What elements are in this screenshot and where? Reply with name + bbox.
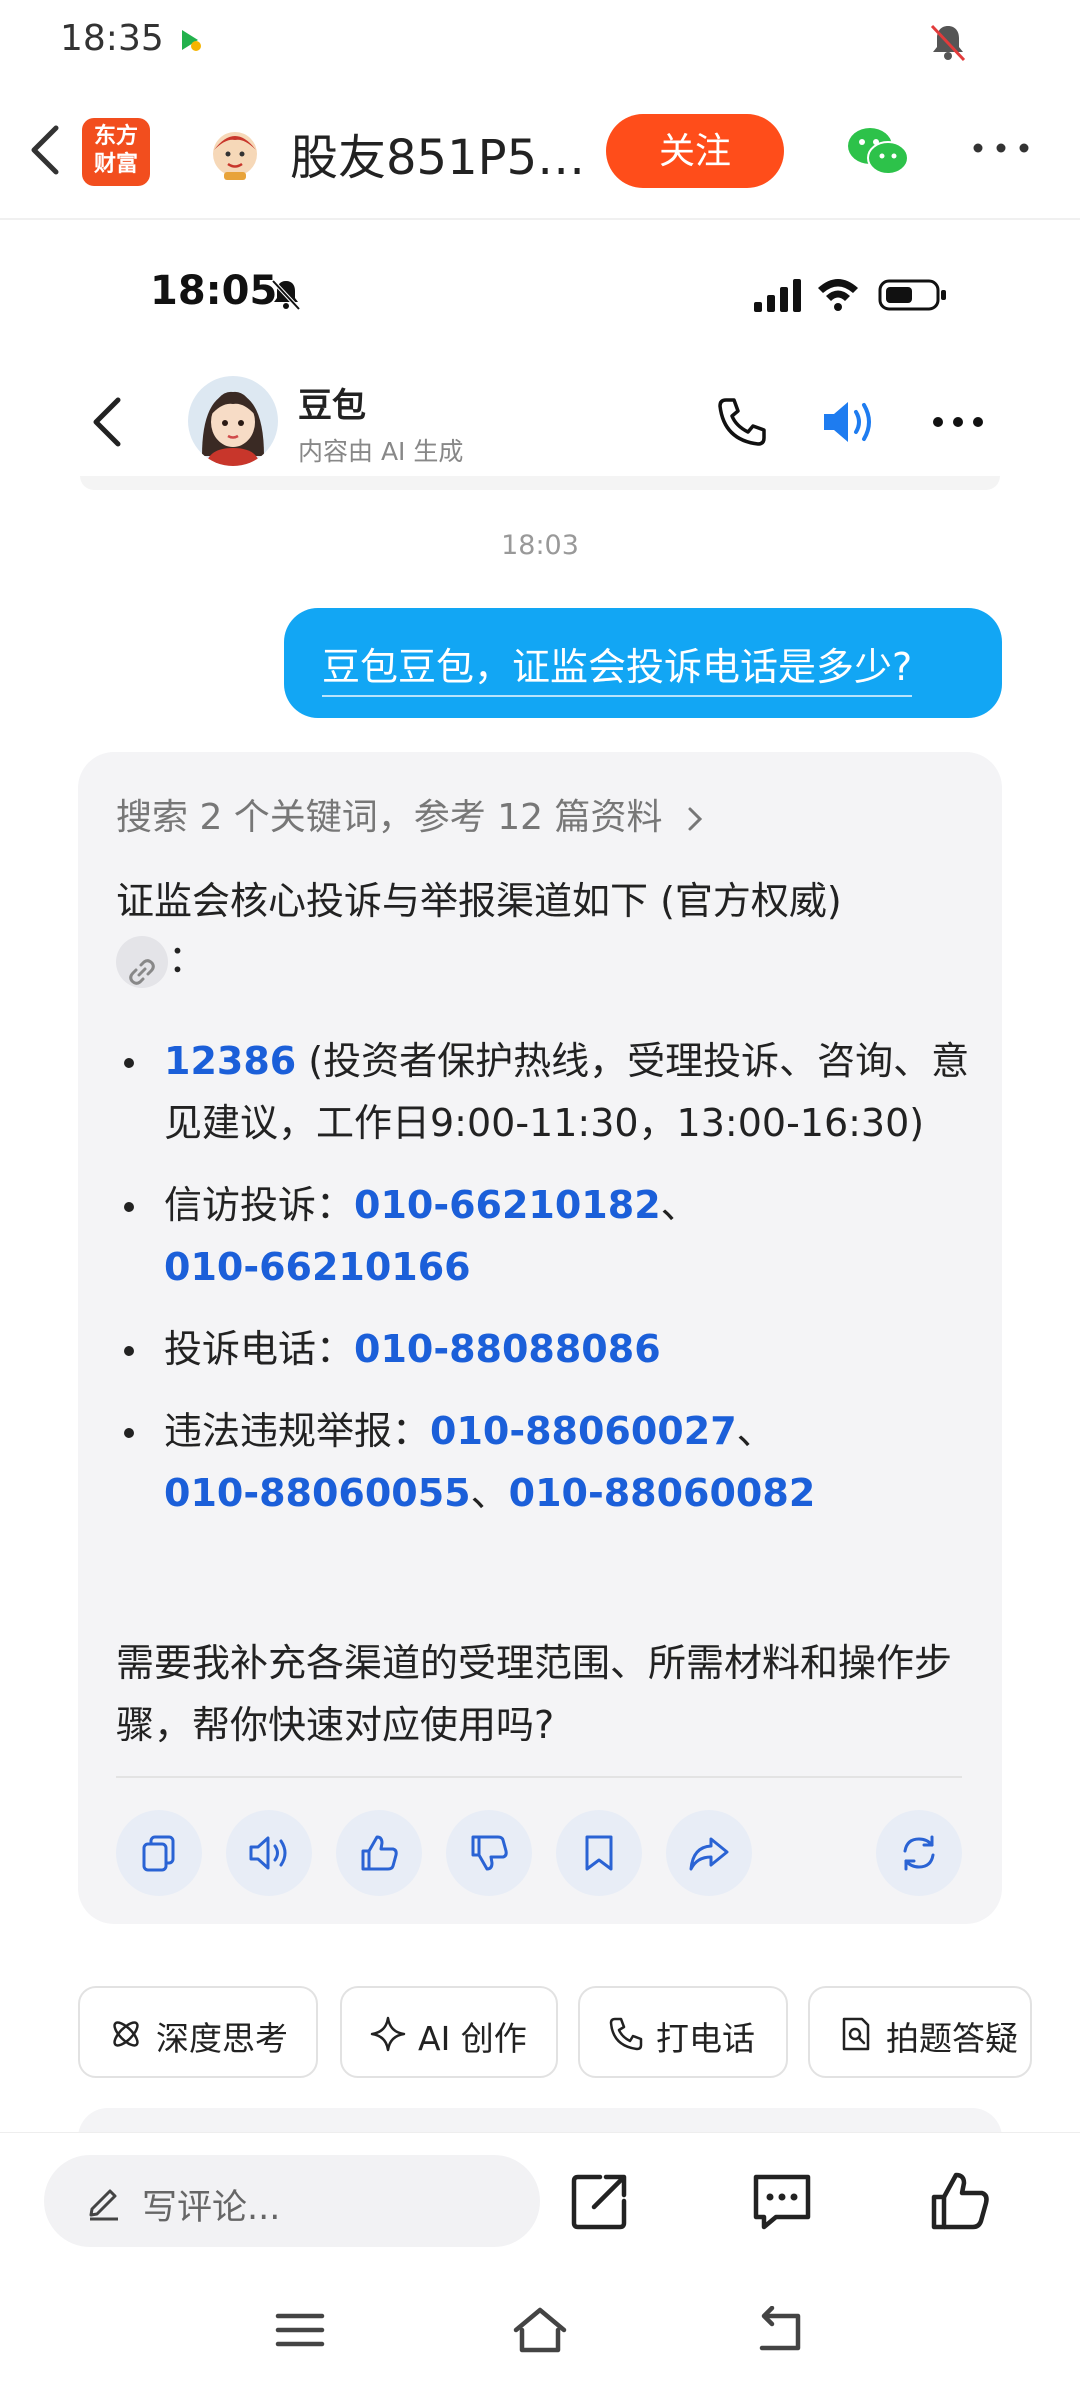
bookmark-icon — [585, 1835, 613, 1871]
chip-photo-solve[interactable]: 拍题答疑 — [808, 1986, 1032, 2078]
refresh-icon — [903, 1835, 935, 1871]
list-item: 违法违规举报：010-88060027、 010-88060055、010-88… — [116, 1400, 976, 1524]
inner-bell-muted-icon — [271, 279, 301, 311]
phone-number-link[interactable]: 010-88060082 — [509, 1471, 816, 1515]
video-app-icon — [182, 30, 201, 51]
more-icon[interactable] — [966, 128, 1036, 168]
comment-icon[interactable] — [748, 2167, 816, 2235]
ai-response-card: 搜索 2 个关键词，参考 12 篇资料 证监会核心投诉与举报渠道如下 (官方权威… — [78, 752, 1002, 1924]
list-item: 信访投诉：010-66210182、 010-66210166 — [116, 1174, 976, 1298]
like-button[interactable] — [336, 1810, 422, 1896]
card-divider — [116, 1776, 962, 1778]
app-header: 东方 财富 股友851P5… 关注 — [0, 100, 1080, 220]
share-arrow-icon — [689, 1837, 729, 1871]
message-timestamp: 18:03 — [501, 530, 579, 561]
comment-placeholder: 写评论... — [142, 2188, 281, 2228]
user-message-bubble[interactable]: 豆包豆包，证监会投诉电话是多少? — [284, 608, 1002, 718]
chip-ai-create[interactable]: AI 创作 — [340, 1986, 558, 2078]
follow-up-question: 需要我补充各渠道的受理范围、所需材料和操作步骤，帮你快速对应使用吗? — [116, 1641, 953, 1747]
link-icon — [129, 958, 155, 985]
bookmark-button[interactable] — [556, 1810, 642, 1896]
thumbs-up-icon — [361, 1835, 398, 1871]
chip-label: 深度思考 — [156, 2019, 288, 2058]
phone-number-link[interactable]: 010-88060055 — [164, 1471, 471, 1515]
item-label: 违法违规举报： — [164, 1409, 431, 1453]
chip-label: 打电话 — [656, 2019, 755, 2058]
phone-number-link[interactable]: 010-88060027 — [430, 1409, 737, 1453]
like-icon[interactable] — [926, 2167, 994, 2235]
bottom-bar: 写评论... — [0, 2132, 1080, 2400]
share-out-icon[interactable] — [566, 2167, 634, 2235]
chip-call[interactable]: 打电话 — [578, 1986, 788, 2078]
copy-button[interactable] — [116, 1810, 202, 1896]
regenerate-button[interactable] — [876, 1810, 962, 1896]
phone-number-link[interactable]: 010-66210166 — [164, 1245, 471, 1289]
post-author-title: 股友851P5… — [290, 130, 586, 186]
outer-status-bar: 18:35 — [0, 0, 1080, 80]
answer-intro: 证监会核心投诉与举报渠道如下 (官方权威) ： — [116, 872, 976, 988]
chevron-right-icon — [688, 807, 703, 831]
back-nav-icon[interactable] — [750, 2306, 810, 2354]
reference-link-chip[interactable] — [116, 935, 168, 988]
phone-number-link[interactable]: 12386 — [164, 1039, 296, 1083]
inner-time: 18:05 — [150, 268, 278, 314]
chat-back-icon[interactable] — [86, 392, 130, 452]
search-summary-link[interactable]: 搜索 2 个关键词，参考 12 篇资料 — [116, 788, 704, 840]
chip-deep-think[interactable]: 深度思考 — [78, 1986, 318, 2078]
pencil-icon — [89, 2189, 118, 2221]
chat-more-icon[interactable] — [930, 410, 986, 434]
read-aloud-button[interactable] — [226, 1810, 312, 1896]
item-separator: 、 — [736, 1409, 775, 1453]
item-separator: 、 — [470, 1471, 509, 1515]
phone-number-link[interactable]: 010-66210182 — [354, 1183, 661, 1227]
chat-name: 豆包 — [298, 386, 366, 426]
share-button[interactable] — [666, 1810, 752, 1896]
wifi-icon — [818, 279, 858, 311]
outer-time: 18:35 — [60, 18, 164, 59]
doubao-avatar[interactable] — [188, 376, 278, 466]
dislike-button[interactable] — [446, 1810, 532, 1896]
wechat-share-icon[interactable] — [846, 124, 910, 178]
search-summary-text: 搜索 2 个关键词，参考 12 篇资料 — [116, 797, 663, 838]
list-item: 投诉电话：010-88088086 — [116, 1318, 976, 1380]
chip-label: 拍题答疑 — [886, 2019, 1018, 2058]
logo-line-1: 东方 — [93, 124, 138, 149]
bell-muted-icon — [930, 24, 966, 62]
battery-icon — [878, 279, 946, 311]
thumbs-down-icon — [471, 1835, 508, 1871]
answer-intro-text: 证监会核心投诉与举报渠道如下 (官方权威) — [116, 879, 842, 923]
speaker-icon — [249, 1836, 287, 1870]
comment-input[interactable]: 写评论... — [44, 2155, 540, 2247]
item-label: 信访投诉： — [164, 1183, 355, 1227]
intro-colon: ： — [168, 937, 207, 981]
user-message-text: 豆包豆包，证监会投诉电话是多少? — [322, 636, 913, 697]
chip-label: AI 创作 — [418, 2019, 527, 2058]
signal-icon — [754, 279, 801, 312]
menu-icon[interactable] — [270, 2306, 330, 2354]
ai-generated-note: 内容由 AI 生成 — [298, 437, 464, 466]
phone-number-link[interactable]: 010-88088086 — [354, 1327, 661, 1371]
hotline-list: 12386 (投资者保护热线，受理投诉、咨询、意见建议，工作日9:00-11:3… — [116, 1030, 976, 1544]
item-separator: 、 — [660, 1183, 699, 1227]
eastmoney-logo[interactable]: 东方 财富 — [82, 118, 150, 186]
phone-icon — [609, 2017, 643, 2051]
author-avatar[interactable] — [204, 120, 266, 182]
sparkle-icon — [370, 2016, 406, 2052]
speaker-icon[interactable] — [820, 396, 878, 448]
logo-line-2: 财富 — [93, 152, 138, 177]
search-doc-icon — [842, 2017, 870, 2051]
atom-icon — [113, 2021, 139, 2047]
phone-call-icon[interactable] — [716, 396, 768, 448]
back-icon[interactable] — [20, 120, 70, 180]
home-icon[interactable] — [510, 2306, 570, 2354]
previous-message-edge — [80, 476, 1000, 490]
list-item: 12386 (投资者保护热线，受理投诉、咨询、意见建议，工作日9:00-11:3… — [116, 1030, 976, 1154]
item-label: 投诉电话： — [164, 1327, 355, 1371]
follow-button[interactable]: 关注 — [606, 114, 784, 188]
copy-icon — [142, 1835, 175, 1872]
